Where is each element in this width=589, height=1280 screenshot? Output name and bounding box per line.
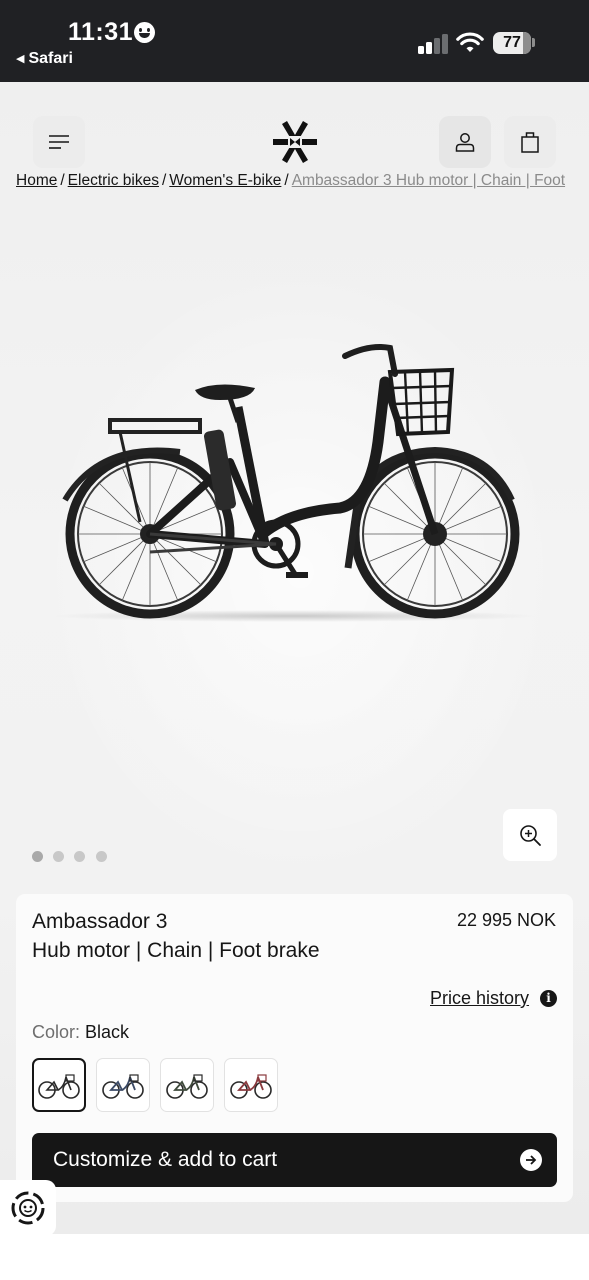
support-widget-icon bbox=[11, 1191, 45, 1225]
cart-button[interactable] bbox=[504, 116, 556, 168]
color-swatch-navy[interactable] bbox=[96, 1058, 150, 1112]
back-triangle-icon: ◀ bbox=[16, 53, 25, 65]
bike-thumbnail-red bbox=[230, 1074, 272, 1099]
brand-logo-icon[interactable] bbox=[272, 120, 318, 164]
user-icon bbox=[455, 133, 475, 152]
color-swatch-red[interactable] bbox=[224, 1058, 278, 1112]
product-name: Ambassador 3 bbox=[32, 910, 168, 933]
wifi-icon bbox=[456, 32, 484, 52]
product-variant: Hub motor | Chain | Foot brake bbox=[32, 939, 320, 962]
cellular-signal-icon bbox=[418, 34, 450, 54]
zoom-button[interactable] bbox=[503, 809, 557, 861]
breadcrumb-electric-bikes[interactable]: Electric bikes bbox=[68, 172, 159, 189]
breadcrumb-separator: / bbox=[284, 172, 289, 189]
customize-add-to-cart-button[interactable]: Customize & add to cart bbox=[32, 1133, 557, 1187]
price-history-link[interactable]: Price history bbox=[430, 988, 529, 1009]
gallery-dot-4[interactable] bbox=[96, 851, 107, 862]
product-image-bike[interactable] bbox=[40, 312, 550, 632]
status-time: 11:31 bbox=[68, 18, 134, 46]
shopping-bag-icon bbox=[521, 132, 539, 153]
account-button[interactable] bbox=[439, 116, 491, 168]
focus-emoji-icon bbox=[134, 22, 155, 43]
color-selector-label: Color: Black bbox=[32, 1022, 129, 1043]
breadcrumb-current[interactable]: Ambassador 3 Hub motor | Chain | Foot bbox=[292, 172, 565, 189]
zoom-in-icon bbox=[520, 825, 541, 846]
product-page: Home / Electric bikes / Women's E-bike / Ambas… bbox=[0, 82, 589, 1234]
color-swatch-black[interactable] bbox=[32, 1058, 86, 1112]
breadcrumb-separator: / bbox=[60, 172, 65, 189]
battery-indicator: 77 bbox=[493, 32, 531, 54]
hamburger-menu-icon bbox=[49, 135, 69, 149]
info-icon[interactable]: i bbox=[540, 990, 557, 1007]
bike-thumbnail-black bbox=[38, 1074, 80, 1099]
cta-label: Customize & add to cart bbox=[53, 1148, 278, 1171]
product-info-card: Ambassador 3 Hub motor | Chain | Foot br… bbox=[16, 894, 573, 1202]
bike-thumbnail-navy bbox=[102, 1074, 144, 1099]
breadcrumb-home[interactable]: Home bbox=[16, 172, 57, 189]
breadcrumb: Home / Electric bikes / Women's E-bike / Ambas… bbox=[16, 172, 589, 190]
back-to-app-link[interactable]: ◀ Safari bbox=[16, 50, 73, 68]
gallery-dot-3[interactable] bbox=[74, 851, 85, 862]
color-label: Color: bbox=[32, 1022, 81, 1042]
status-bar: 11:31 ◀ Safari 77 bbox=[0, 0, 589, 82]
breadcrumb-womens-ebike[interactable]: Women's E-bike bbox=[169, 172, 281, 189]
bike-thumbnail-green bbox=[166, 1074, 208, 1099]
support-widget-button[interactable] bbox=[0, 1180, 56, 1236]
menu-button[interactable] bbox=[33, 116, 85, 168]
breadcrumb-separator: / bbox=[161, 172, 167, 189]
gallery-dot-2[interactable] bbox=[53, 851, 64, 862]
color-value: Black bbox=[85, 1022, 130, 1042]
arrow-right-icon bbox=[520, 1149, 542, 1171]
back-app-label: Safari bbox=[28, 50, 73, 67]
gallery-dot-1[interactable] bbox=[32, 851, 43, 862]
color-swatch-green[interactable] bbox=[160, 1058, 214, 1112]
product-price: 22 995 NOK bbox=[456, 910, 556, 930]
battery-level: 77 bbox=[503, 34, 521, 51]
battery-tip bbox=[532, 38, 535, 47]
